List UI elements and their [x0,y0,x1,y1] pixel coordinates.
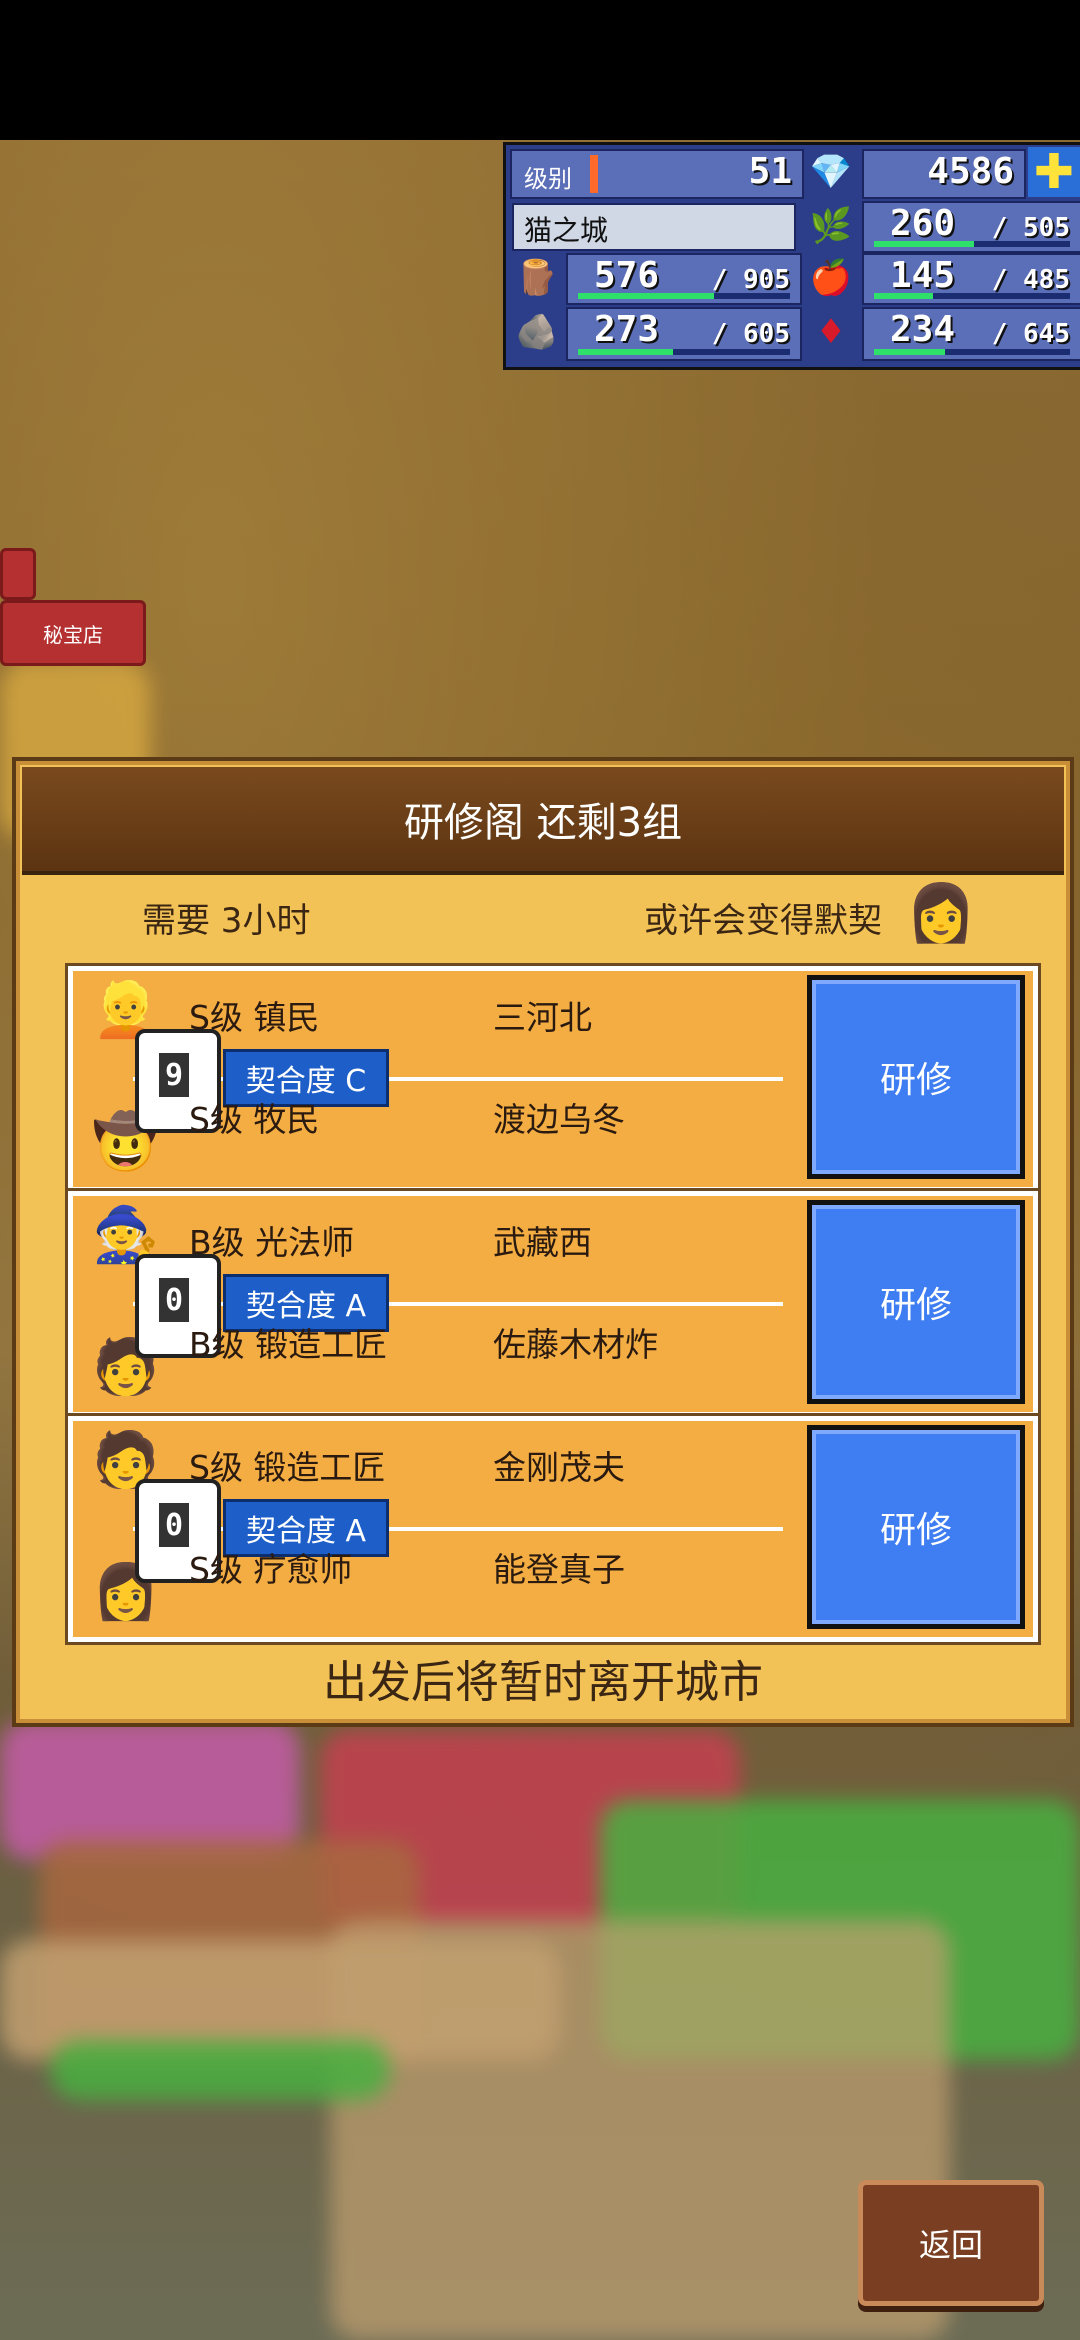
bottom-role: S级 牧民 [189,1100,320,1139]
wood-max: / 905 [711,265,790,295]
stone-cell: 273 / 605 [566,307,802,361]
bottom-name: 佐藤木材炸 [493,1325,658,1364]
dialog-footer-notice: 出发后将暂时离开城市 [323,1657,763,1708]
train-button-label: 研修 [879,1510,952,1551]
bottom-name: 渡边乌冬 [493,1100,625,1139]
top-role: S级 镇民 [189,998,320,1037]
ruby-max: / 645 [991,319,1070,349]
food-icon: 🍎 [809,258,853,298]
food-bar [874,293,1070,299]
level-label: 级别 [524,165,572,193]
train-button[interactable]: 研修 [807,975,1025,1179]
crop-max: / 505 [991,213,1070,243]
plus-icon[interactable]: ✚ [1028,144,1080,200]
stone-max: / 605 [711,319,790,349]
resource-status-panel: 级别 51 💎 4586 ✚ 猫之城 🌿 260 / 505 🪵 576 / 9… [503,142,1080,370]
dialog-title: 研修阁 还剩3组 [403,800,683,846]
card-number: 0 [159,1503,189,1547]
level-progress-bar [590,155,598,193]
wood-bar [578,293,790,299]
top-name: 金刚茂夫 [493,1448,625,1487]
rapport-hint: 或许会变得默契 [644,901,882,941]
train-button-label: 研修 [879,1060,952,1101]
advisor-avatar-icon: 👩 [906,881,976,946]
top-role: S级 锻造工匠 [189,1448,386,1487]
crop-icon: 🌿 [809,206,853,246]
stone-value: 273 [594,309,660,350]
bottom-role: S级 疗愈师 [189,1550,353,1589]
crop-cell: 260 / 505 [862,201,1080,253]
treasure-shop-label: 秘宝店 [43,622,103,647]
wood-icon: 🪵 [515,258,559,298]
team-row: 🧑 👩 0 契合度 A S级 锻造工匠 金刚茂夫 S级 疗愈师 能登真子 研修 [68,1416,1038,1642]
back-button[interactable]: 返回 [858,2180,1044,2306]
top-name: 武藏西 [493,1223,592,1262]
treasure-shop-button[interactable]: 秘宝店 [0,600,146,666]
card-number: 9 [159,1053,189,1097]
wood-cell: 576 / 905 [566,253,802,305]
gem-value: 4586 [927,151,1014,192]
training-dialog: 研修阁 还剩3组 需要 3小时 或许会变得默契 👩 👱 🤠 9 契合度 C S级… [12,757,1074,1727]
ruby-bar [874,349,1070,355]
card-number: 0 [159,1278,189,1322]
train-button[interactable]: 研修 [807,1200,1025,1404]
wood-value: 576 [594,255,660,296]
food-max: / 485 [991,265,1070,295]
gem-cell: 4586 [862,149,1026,199]
train-button[interactable]: 研修 [807,1425,1025,1629]
system-status-bar [0,0,1080,140]
required-time: 需要 3小时 [142,901,311,941]
food-cell: 145 / 485 [862,253,1080,305]
level-cell: 级别 51 [510,149,804,199]
town-name-field: 猫之城 [512,203,796,251]
gem-icon: 💎 [809,152,853,192]
bottom-role: B级 锻造工匠 [189,1325,388,1364]
food-value: 145 [890,255,956,296]
ruby-value: 234 [890,309,956,350]
top-role: B级 光法师 [189,1223,355,1262]
back-button-label: 返回 [918,2226,983,2264]
crop-bar [874,241,1070,247]
team-row: 👱 🤠 9 契合度 C S级 镇民 三河北 S级 牧民 渡边乌冬 研修 [68,966,1038,1192]
top-name: 三河北 [493,998,592,1037]
bottom-name: 能登真子 [493,1550,625,1589]
side-menu-button[interactable] [0,548,36,600]
stone-bar [578,349,790,355]
team-row: 🧙 🧑 0 契合度 A B级 光法师 武藏西 B级 锻造工匠 佐藤木材炸 研修 [68,1191,1038,1417]
ruby-cell: 234 / 645 [862,307,1080,361]
level-value: 51 [748,151,792,192]
crop-value: 260 [890,203,956,244]
train-button-label: 研修 [879,1285,952,1326]
ruby-icon: ♦ [815,312,847,352]
stone-icon: 🪨 [515,312,559,352]
dialog-header: 研修阁 还剩3组 [22,767,1064,875]
town-name: 猫之城 [524,214,609,247]
